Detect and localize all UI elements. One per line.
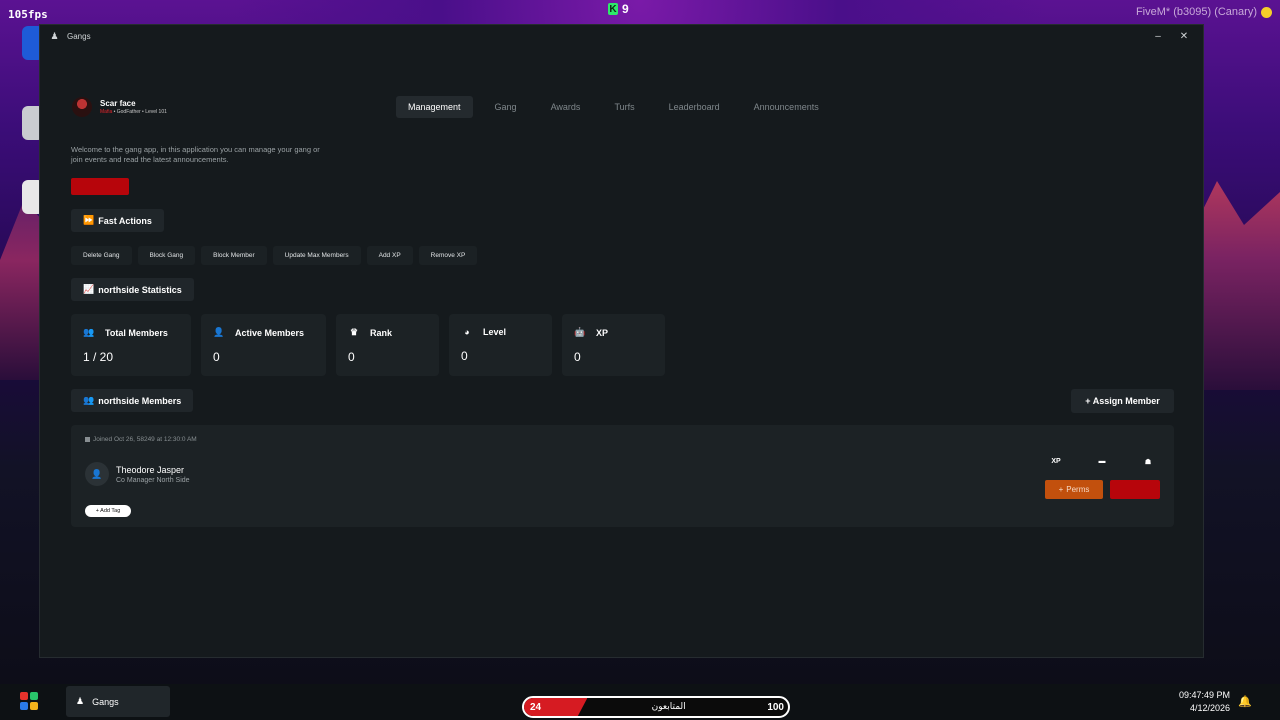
add-tag-button[interactable]: + Add Tag [85, 505, 131, 517]
joined-text: Joined Oct 26, 58249 at 12:30:0 AM [93, 436, 197, 443]
stat-label: Active Members [235, 327, 305, 338]
gangs-window: ♟ Gangs – ✕ Scar face Mafia • GodFather … [39, 24, 1204, 658]
profile-badge: Mafia [100, 109, 113, 115]
followers-progress: 24 المتابعون 100 [522, 696, 790, 718]
close-button[interactable]: ✕ [1175, 31, 1193, 42]
user-check-icon: 👤 [213, 327, 225, 337]
chart-line-icon: 📈 [83, 284, 95, 294]
stat-card-level: ◕ Level 0 [449, 314, 552, 376]
member-card: Joined Oct 26, 58249 at 12:30:0 AM 👤 The… [71, 425, 1174, 527]
followers-max: 100 [767, 701, 784, 713]
profile-name: Scar face [100, 99, 136, 108]
robot-icon: 🤖 [574, 327, 586, 337]
top-counter: K 9 [608, 2, 629, 16]
tab-turfs[interactable]: Turfs [602, 96, 646, 118]
fast-actions-title: Fast Actions [98, 215, 152, 226]
avatar [72, 97, 92, 117]
client-version-text: FiveM* (b3095) (Canary) [1135, 6, 1257, 18]
followers-label: المتابعون [651, 702, 686, 712]
stat-card-total-members: 👥 Total Members 1 / 20 [71, 314, 191, 376]
remove-xp-button[interactable]: Remove XP [418, 246, 478, 265]
statistics-header: 📈 northside Statistics [71, 278, 194, 301]
tab-management[interactable]: Management [396, 96, 473, 118]
members-title: northside Members [98, 395, 182, 406]
taskbar-app-gangs[interactable]: ♟ Gangs [66, 686, 170, 717]
notification-bell-icon[interactable]: 🔔 [1238, 695, 1252, 708]
statistics-cards: 👥 Total Members 1 / 20 👤 Active Members 0 … [71, 314, 665, 376]
perms-label: Perms [1066, 485, 1090, 494]
joined-date: Joined Oct 26, 58249 at 12:30:0 AM [85, 436, 197, 443]
stat-card-rank: ♛ Rank 0 [336, 314, 439, 376]
clock: 09:47:49 PM 4/12/2026 [1179, 689, 1230, 715]
stat-card-xp: 🤖 XP 0 [562, 314, 665, 376]
member-name: Theodore Jasper [116, 465, 185, 475]
update-max-members-button[interactable]: Update Max Members [272, 246, 361, 265]
fast-actions-bar: Delete Gang Block Gang Block Member Upda… [71, 246, 478, 265]
stat-label: Rank [370, 327, 393, 338]
stat-label: XP [596, 327, 609, 338]
danger-action-button[interactable] [71, 178, 129, 195]
fast-forward-icon: ⏩ [83, 215, 95, 225]
kick-member-button[interactable] [1110, 480, 1160, 499]
minimize-button[interactable]: – [1149, 31, 1167, 42]
tab-bar: Management Gang Awards Turfs Leaderboard… [396, 96, 841, 118]
calendar-icon [85, 437, 90, 442]
stat-value: 0 [213, 350, 220, 364]
xp-button[interactable]: XP [1045, 453, 1067, 470]
taskbar-app-label: Gangs [92, 696, 119, 707]
taskbar: ♟ Gangs 24 المتابعون 100 09:47:49 PM 4/1… [0, 684, 1280, 720]
block-member-button[interactable]: Block Member [201, 246, 267, 265]
top-counter-value: 9 [622, 2, 629, 16]
plus-icon: + [1058, 485, 1064, 494]
tab-announcements[interactable]: Announcements [742, 96, 831, 118]
tab-gang[interactable]: Gang [483, 96, 529, 118]
clock-date: 4/12/2026 [1189, 703, 1230, 713]
chess-pawn-icon: ♟ [76, 696, 85, 706]
stat-label: Total Members [105, 327, 168, 338]
stat-value: 0 [348, 350, 355, 364]
gauge-icon: ◕ [464, 327, 470, 337]
statistics-title: northside Statistics [98, 284, 182, 295]
perms-button[interactable]: + Perms [1045, 480, 1103, 499]
fast-actions-header: ⏩ Fast Actions [71, 209, 164, 232]
client-version: FiveM* (b3095) (Canary) [1136, 6, 1272, 18]
gun-icon[interactable]: ▬ [1091, 453, 1113, 470]
smiley-icon [1261, 6, 1272, 18]
block-gang-button[interactable]: Block Gang [137, 246, 196, 265]
window-title: Gangs [67, 31, 91, 41]
member-role: Co Manager North Side [116, 477, 190, 484]
profile-subtitle: Mafia • GodFather • Level 101 [100, 109, 167, 115]
stat-value: 1 / 20 [83, 350, 114, 364]
add-xp-button[interactable]: Add XP [366, 246, 413, 265]
crown-icon: ♛ [349, 327, 359, 337]
k-logo-icon: K [608, 3, 618, 15]
title-bar: ♟ Gangs – ✕ [40, 25, 1203, 47]
stat-value: 0 [574, 350, 581, 364]
user-profile: Scar face Mafia • GodFather • Level 101 [72, 97, 167, 117]
fps-counter: 105fps [8, 8, 48, 21]
stat-card-active-members: 👤 Active Members 0 [201, 314, 326, 376]
clock-time: 09:47:49 PM [1178, 690, 1230, 700]
welcome-text: Welcome to the gang app, in this applica… [71, 145, 320, 164]
tab-awards[interactable]: Awards [539, 96, 593, 118]
followers-current: 24 [530, 701, 542, 713]
tab-leaderboard[interactable]: Leaderboard [657, 96, 732, 118]
user-ninja-icon[interactable]: ☗ [1137, 453, 1159, 470]
profile-role: • GodFather • Level 101 [112, 109, 167, 115]
users-icon: 👥 [83, 327, 95, 337]
assign-member-button[interactable]: + Assign Member [1071, 389, 1174, 413]
stat-label: Level [483, 327, 507, 337]
stat-value: 0 [461, 349, 468, 363]
users-icon: 👥 [83, 395, 95, 405]
member-avatar: 👤 [85, 462, 109, 486]
members-header: 👥 northside Members [71, 389, 194, 412]
delete-gang-button[interactable]: Delete Gang [71, 246, 132, 265]
start-menu-icon[interactable] [20, 692, 38, 710]
chess-pawn-icon: ♟ [50, 30, 59, 41]
